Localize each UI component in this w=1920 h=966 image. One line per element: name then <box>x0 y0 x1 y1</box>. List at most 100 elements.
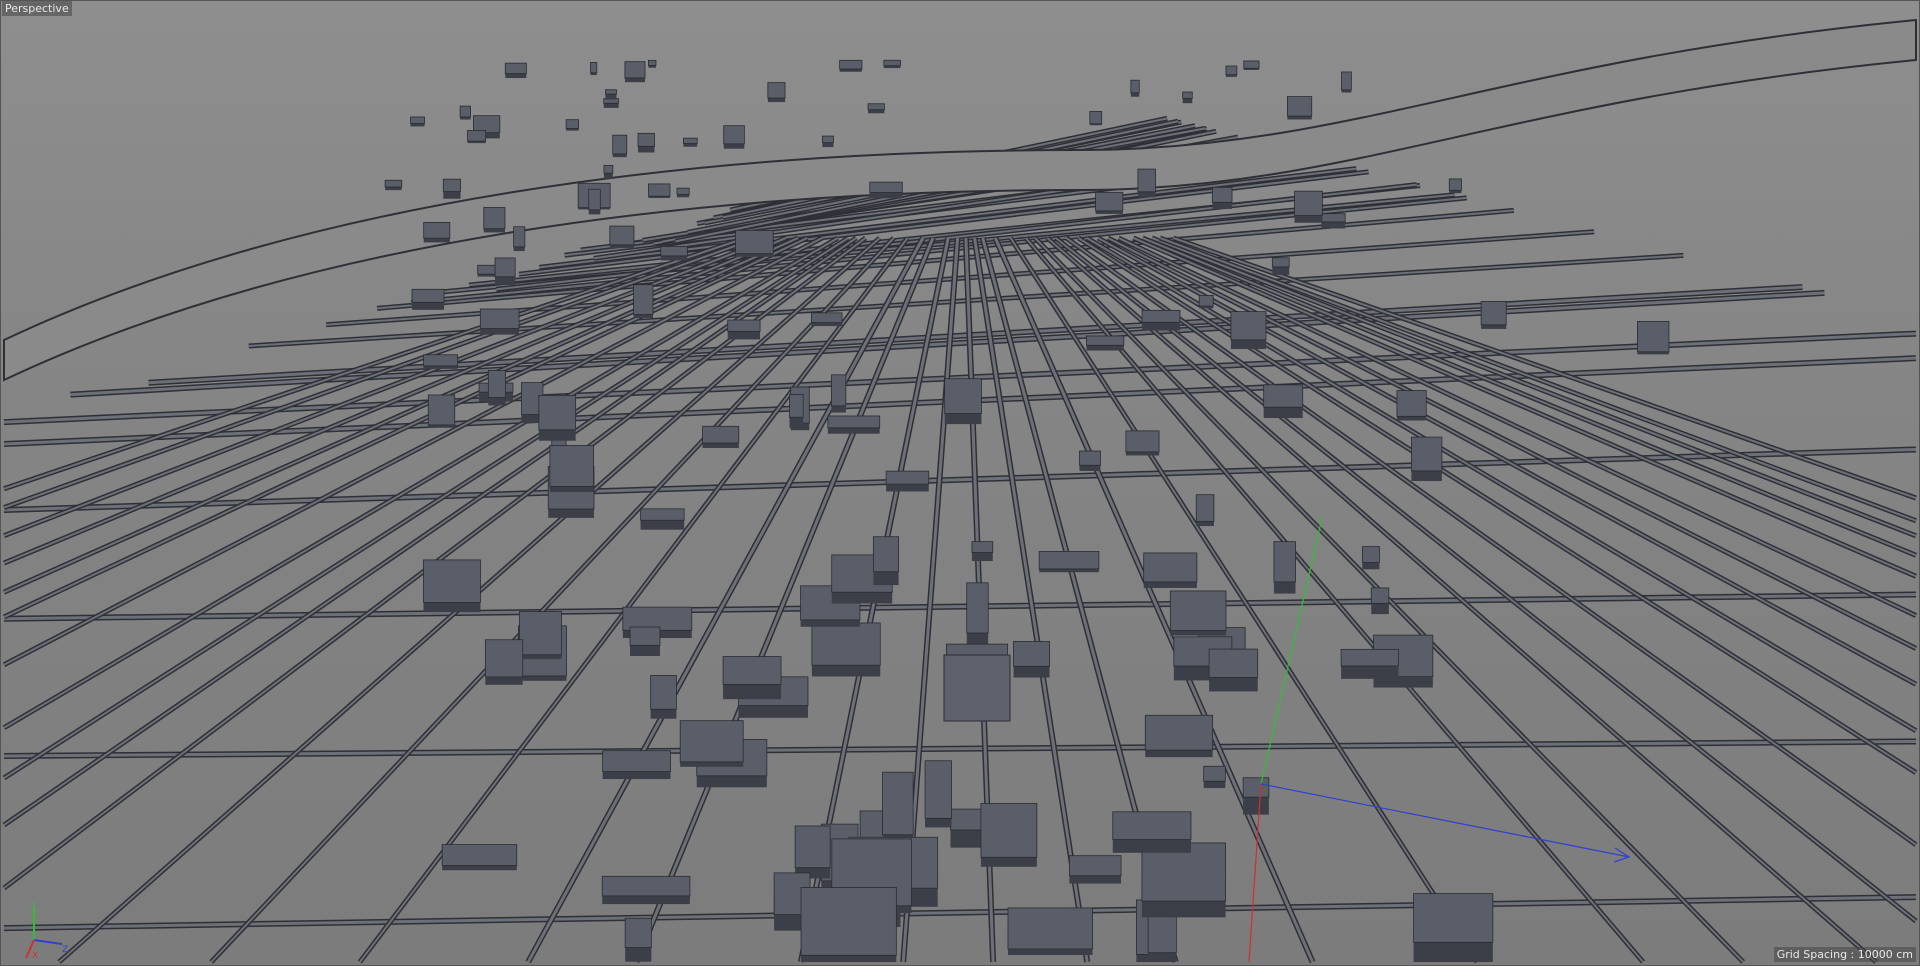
building <box>483 207 506 233</box>
building <box>1038 551 1100 573</box>
building <box>827 415 881 434</box>
building <box>1341 71 1352 93</box>
building <box>423 222 451 243</box>
building <box>588 188 601 215</box>
building <box>679 720 744 767</box>
building <box>723 125 745 149</box>
building <box>924 760 952 828</box>
axis-indicator: Y Z X <box>25 901 68 960</box>
building <box>722 656 782 700</box>
building <box>590 62 598 76</box>
building <box>459 105 471 120</box>
building <box>727 319 761 340</box>
building <box>442 178 461 199</box>
building <box>1230 311 1267 349</box>
road <box>3 895 1917 930</box>
building <box>869 181 903 199</box>
building <box>494 257 516 285</box>
building <box>484 639 524 685</box>
building <box>794 825 831 879</box>
building <box>1141 842 1227 918</box>
building <box>1211 186 1233 209</box>
building <box>1396 390 1427 421</box>
building <box>648 59 657 68</box>
building <box>640 508 685 530</box>
building <box>549 445 594 493</box>
building <box>1141 309 1181 331</box>
building <box>1079 450 1101 471</box>
building <box>1637 320 1670 355</box>
building <box>831 374 847 413</box>
tall-building <box>943 654 1011 722</box>
building <box>519 611 562 660</box>
building <box>1143 552 1198 588</box>
building <box>767 82 786 103</box>
building <box>1137 168 1156 198</box>
building <box>423 559 481 613</box>
building <box>1095 191 1124 214</box>
building <box>441 844 518 871</box>
building <box>821 135 834 148</box>
building <box>565 119 579 131</box>
building <box>601 875 691 905</box>
building <box>1411 436 1443 482</box>
building <box>1480 301 1507 329</box>
building <box>944 378 982 425</box>
building <box>612 134 628 158</box>
building <box>384 179 403 191</box>
building <box>1112 811 1192 853</box>
building <box>1195 494 1215 526</box>
building <box>467 130 487 144</box>
city-scene[interactable] <box>0 0 1920 966</box>
building <box>800 887 897 962</box>
building <box>602 750 671 780</box>
building <box>624 61 646 83</box>
building <box>629 626 661 656</box>
building <box>609 225 635 249</box>
building <box>1448 178 1462 194</box>
building <box>811 622 881 677</box>
building <box>676 187 690 198</box>
building <box>650 675 677 719</box>
building <box>504 62 527 79</box>
road <box>3 593 1917 621</box>
building <box>1340 648 1399 679</box>
building <box>603 98 620 108</box>
building <box>1225 65 1238 77</box>
building <box>603 164 614 179</box>
axis-z-label: Z <box>62 945 68 955</box>
building <box>513 226 526 252</box>
building <box>971 541 994 562</box>
building <box>1294 190 1323 223</box>
building <box>811 312 843 327</box>
building <box>1287 96 1313 120</box>
building <box>1242 777 1270 815</box>
river <box>3 18 1917 382</box>
building <box>1144 714 1214 758</box>
building <box>789 394 804 428</box>
building <box>872 536 900 586</box>
building <box>1203 765 1226 789</box>
building <box>605 89 617 100</box>
building <box>1068 855 1122 884</box>
building <box>660 246 688 261</box>
building <box>867 103 885 114</box>
building <box>410 116 425 127</box>
building <box>633 284 654 318</box>
building <box>487 370 506 406</box>
camera-label[interactable]: Perspective <box>2 1 72 16</box>
building <box>885 470 930 492</box>
building <box>683 137 698 147</box>
building <box>1169 590 1227 636</box>
building <box>1271 257 1290 275</box>
building <box>702 425 740 449</box>
building <box>411 288 445 310</box>
building <box>883 59 901 69</box>
building <box>1208 648 1259 692</box>
building <box>1198 295 1214 309</box>
building <box>839 59 863 72</box>
building <box>1013 641 1050 678</box>
3d-viewport[interactable]: Y Z X Perspective Grid Spacing : 10000 c… <box>0 0 1920 966</box>
building <box>637 132 655 153</box>
building <box>735 229 774 257</box>
